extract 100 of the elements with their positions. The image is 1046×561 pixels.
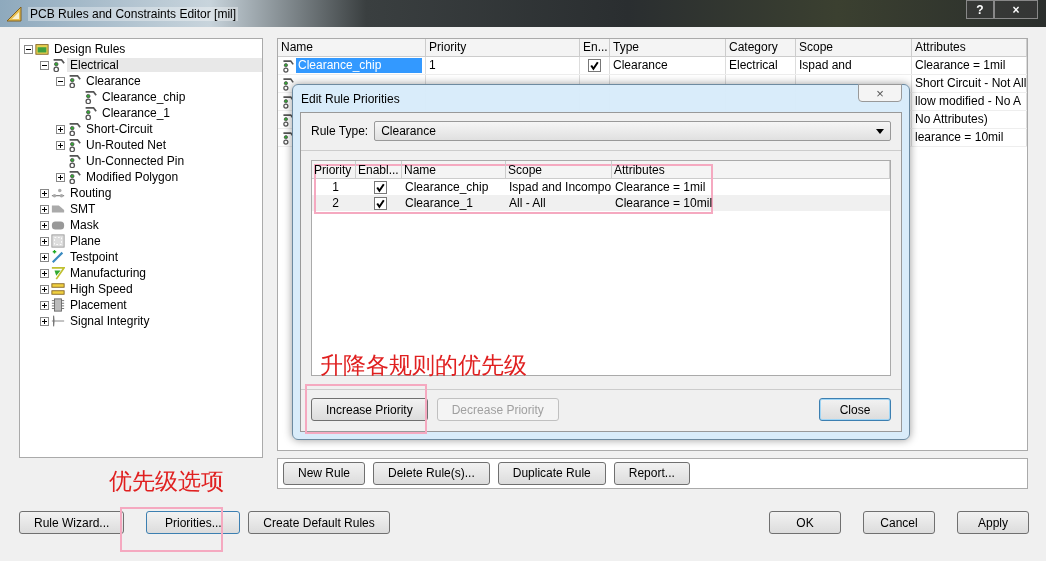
ruler-icon xyxy=(6,5,22,22)
table-cell: 1 xyxy=(332,180,339,194)
tree-item[interactable]: Un-Connected Pin xyxy=(83,154,188,168)
tree-item[interactable]: Design Rules xyxy=(51,42,129,56)
tree-item[interactable]: Un-Routed Net xyxy=(83,138,170,152)
expander-icon[interactable] xyxy=(40,316,49,326)
column-header[interactable]: Attributes xyxy=(912,39,1027,56)
cancel-button[interactable]: Cancel xyxy=(863,511,935,534)
rule-icon xyxy=(281,112,294,127)
high-speed-icon xyxy=(51,282,65,296)
rule-icon xyxy=(281,58,294,73)
table-cell: Electrical xyxy=(729,58,778,73)
table-cell: Clearance = 10mil xyxy=(615,196,713,210)
table-row[interactable]: 1 Clearance_chip Ispad and Incompo Clearance = 1mil xyxy=(312,179,890,195)
tree-item[interactable]: Short-Circuit xyxy=(83,122,156,136)
rule-type-label: Rule Type: xyxy=(311,124,369,138)
table-cell: llow modified - No A xyxy=(915,94,1022,109)
waveform-icon xyxy=(51,314,65,328)
tree-item[interactable]: Signal Integrity xyxy=(67,314,153,328)
expander-icon[interactable] xyxy=(56,76,65,86)
column-header[interactable]: Name xyxy=(402,161,506,178)
rule-type-dropdown[interactable]: Clearance xyxy=(374,121,891,141)
table-cell: Ispad and xyxy=(799,58,852,73)
column-header[interactable]: Priority xyxy=(312,161,356,178)
tree-item[interactable]: Plane xyxy=(67,234,104,248)
table-cell: Clearance_chip xyxy=(405,180,489,194)
tree-item[interactable]: Routing xyxy=(67,186,115,200)
expander-icon[interactable] xyxy=(24,44,33,54)
tree-item[interactable]: Clearance_chip xyxy=(99,90,189,104)
rule-icon xyxy=(281,94,294,109)
apply-button[interactable]: Apply xyxy=(957,511,1029,534)
column-header[interactable]: Scope xyxy=(506,161,612,178)
window-title: PCB Rules and Constraints Editor [mil] xyxy=(28,6,239,21)
table-cell: learance = 10mil xyxy=(915,130,1004,145)
close-button[interactable]: Close xyxy=(819,398,891,421)
manufacturing-icon xyxy=(51,266,65,280)
tree-item[interactable]: Mask xyxy=(67,218,102,232)
rule-icon xyxy=(67,74,81,88)
close-button[interactable]: × xyxy=(858,84,902,102)
tree-item[interactable]: Electrical xyxy=(67,58,262,72)
tree-item[interactable]: High Speed xyxy=(67,282,136,296)
rule-icon xyxy=(281,130,294,145)
folder-icon xyxy=(35,42,49,56)
rule-icon xyxy=(67,170,81,184)
new-rule-button[interactable]: New Rule xyxy=(283,461,366,485)
expander-icon[interactable] xyxy=(40,188,49,198)
column-header[interactable]: Type xyxy=(610,39,726,56)
tree-item[interactable]: Clearance_1 xyxy=(99,106,174,120)
table-cell: Clearance = 1mil xyxy=(615,180,706,194)
expander-icon[interactable] xyxy=(40,300,49,310)
expander-icon[interactable] xyxy=(40,284,49,294)
table-cell: All - All xyxy=(509,196,546,210)
increase-priority-button[interactable]: Increase Priority xyxy=(311,398,428,421)
rule-wizard-button[interactable]: Rule Wizard... xyxy=(19,511,125,534)
column-header[interactable]: Category xyxy=(726,39,796,56)
tree-item[interactable]: Modified Polygon xyxy=(83,170,182,184)
rule-icon xyxy=(51,58,65,72)
help-button[interactable]: ? xyxy=(966,0,994,19)
annotation-text: 升降各规则的优先级 xyxy=(320,351,527,380)
rule-icon xyxy=(67,154,81,168)
table-cell: Short Circuit - Not All xyxy=(915,76,1026,91)
table-row[interactable]: 2 Clearance_1 All - All Clearance = 10mil xyxy=(312,195,890,211)
tree-item[interactable]: Clearance xyxy=(83,74,144,88)
duplicate-rule-button[interactable]: Duplicate Rule xyxy=(497,461,606,485)
table-cell: 2 xyxy=(332,196,339,210)
chip-icon xyxy=(51,298,65,312)
expander-icon[interactable] xyxy=(40,60,49,70)
report-button[interactable]: Report... xyxy=(613,461,690,485)
expander-icon[interactable] xyxy=(56,140,65,150)
table-cell: 1 xyxy=(429,58,436,73)
column-header[interactable]: Attributes xyxy=(612,161,890,178)
column-header[interactable]: En... xyxy=(580,39,610,56)
tree-item[interactable]: Manufacturing xyxy=(67,266,150,280)
priorities-button[interactable]: Priorities... xyxy=(146,511,241,534)
close-button[interactable]: × xyxy=(994,0,1038,19)
tree-item[interactable]: SMT xyxy=(67,202,99,216)
column-header[interactable]: Name xyxy=(278,39,426,56)
expander-icon[interactable] xyxy=(40,252,49,262)
ok-button[interactable]: OK xyxy=(769,511,841,534)
delete-rule-button[interactable]: Delete Rule(s)... xyxy=(373,461,490,485)
expander-icon[interactable] xyxy=(56,124,65,134)
tree-item[interactable]: Placement xyxy=(67,298,130,312)
column-header[interactable]: Priority xyxy=(426,39,580,56)
rule-icon xyxy=(83,106,97,120)
expander-icon[interactable] xyxy=(40,236,49,246)
routing-icon xyxy=(51,186,65,200)
tree-item[interactable]: Testpoint xyxy=(67,250,122,264)
create-default-rules-button[interactable]: Create Default Rules xyxy=(248,511,390,534)
checkbox[interactable] xyxy=(374,196,387,210)
checkbox[interactable] xyxy=(374,180,387,194)
table-cell: Ispad and Incompo xyxy=(509,180,612,194)
expander-icon[interactable] xyxy=(56,172,65,182)
expander-icon[interactable] xyxy=(40,220,49,230)
rule-icon xyxy=(67,138,81,152)
column-header[interactable]: Scope xyxy=(796,39,912,56)
expander-icon[interactable] xyxy=(40,204,49,214)
column-header[interactable]: Enabl... xyxy=(356,161,402,178)
expander-icon[interactable] xyxy=(40,268,49,278)
rule-icon xyxy=(281,76,294,91)
checkbox[interactable] xyxy=(588,59,601,72)
